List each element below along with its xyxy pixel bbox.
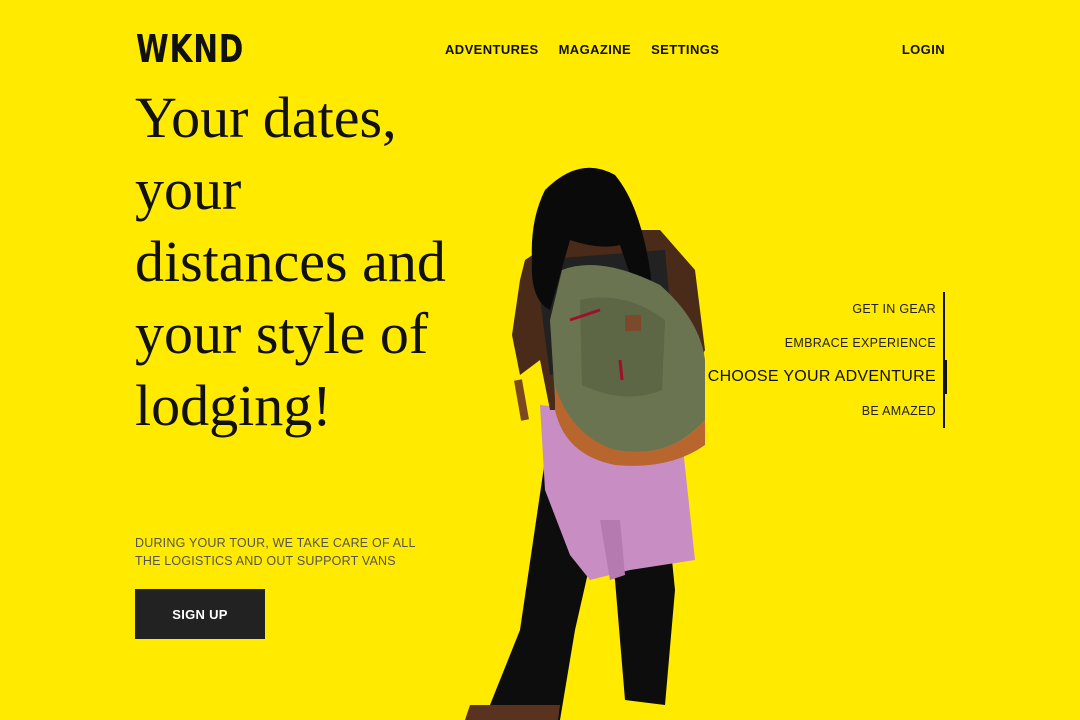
- hero-subtitle: DURING YOUR TOUR, WE TAKE CARE OF ALL TH…: [135, 536, 416, 568]
- hiker-image: [465, 167, 705, 720]
- nav-item-settings[interactable]: SETTINGS: [651, 42, 719, 57]
- login-link[interactable]: LOGIN: [902, 42, 945, 57]
- hero-title: Your dates, your distances and your styl…: [135, 85, 446, 438]
- sign-up-button[interactable]: SIGN UP: [135, 589, 265, 639]
- step-embrace-experience[interactable]: EMBRACE EXPERIENCE: [785, 326, 936, 360]
- step-choose-your-adventure[interactable]: CHOOSE YOUR ADVENTURE: [708, 360, 948, 394]
- nav-item-adventures[interactable]: ADVENTURES: [445, 42, 539, 57]
- steps-nav: GET IN GEAR EMBRACE EXPERIENCE CHOOSE YO…: [708, 292, 948, 428]
- wknd-logo[interactable]: WKND: [136, 28, 244, 70]
- main-nav: ADVENTURES MAGAZINE SETTINGS: [445, 42, 719, 57]
- step-be-amazed[interactable]: BE AMAZED: [862, 394, 936, 428]
- nav-item-magazine[interactable]: MAGAZINE: [559, 42, 632, 57]
- step-get-in-gear[interactable]: GET IN GEAR: [852, 292, 936, 326]
- page: WKND ADVENTURES MAGAZINE SETTINGS LOGIN …: [0, 0, 1080, 720]
